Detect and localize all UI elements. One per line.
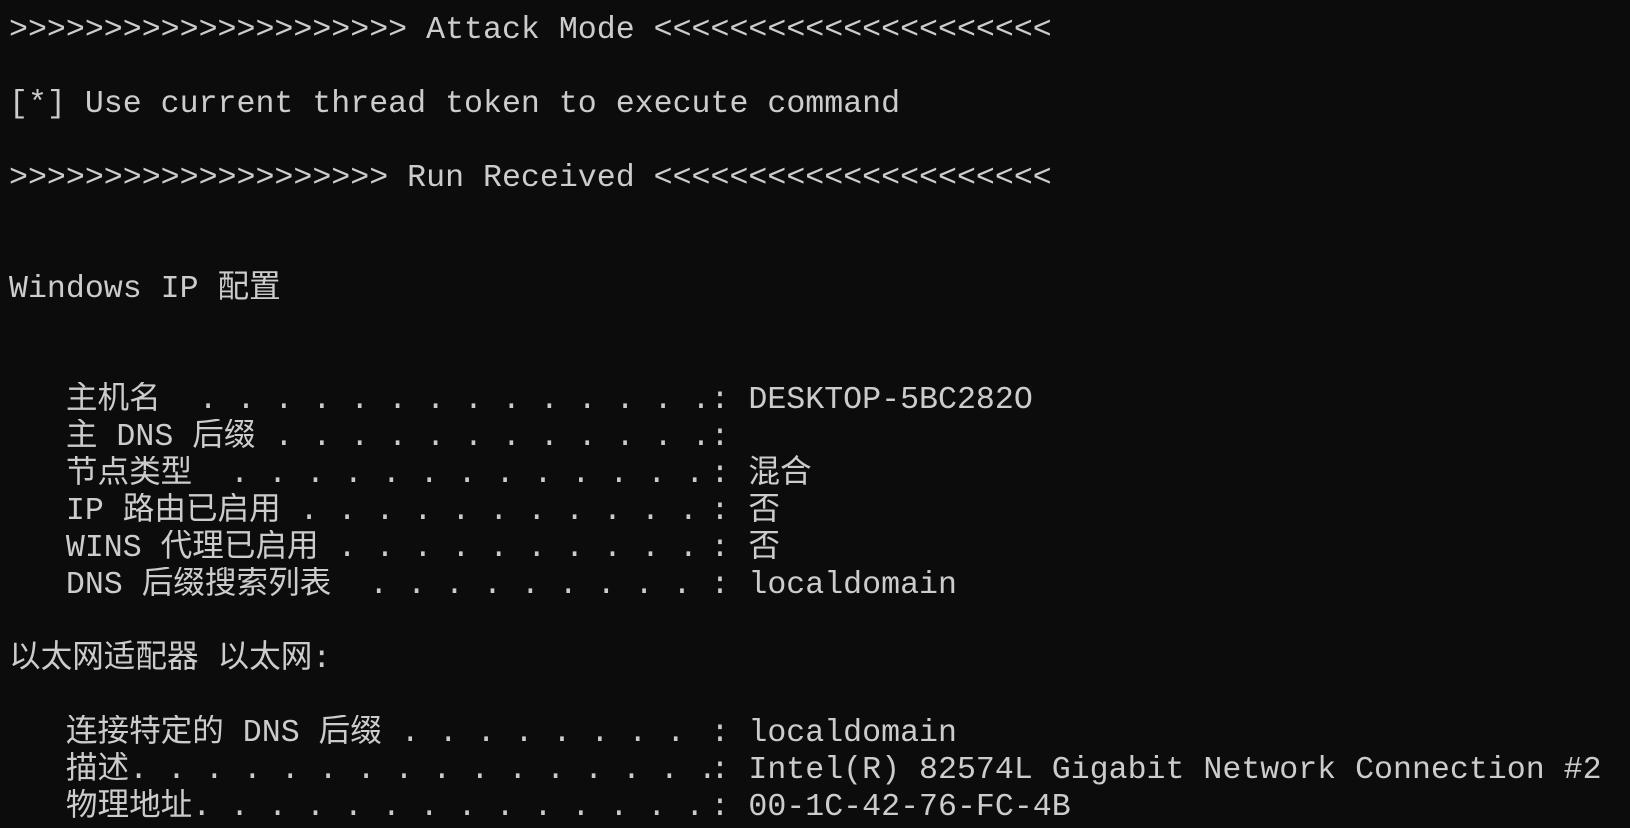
field-value: 否 xyxy=(748,494,780,529)
separator-colon: : xyxy=(710,494,730,529)
separator-colon: : xyxy=(710,457,730,492)
field-label: 节点类型 . . . . . . . . . . . . . xyxy=(65,457,705,492)
field-label: 连接特定的 DNS 后缀 . . . . . . . . xyxy=(65,716,686,751)
field-label: 主机名 . . . . . . . . . . . . . . xyxy=(65,383,711,418)
separator-colon: : xyxy=(710,753,730,788)
field-value: DESKTOP-5BC282O xyxy=(748,383,1033,418)
attack-mode-banner: >>>>>>>>>>>>>>>>>>>>> Attack Mode <<<<<<… xyxy=(9,13,1052,48)
separator-colon: : xyxy=(710,420,730,455)
separator-colon: : xyxy=(710,716,730,751)
ip-config-title: Windows IP 配置 xyxy=(9,272,281,307)
separator-colon: : xyxy=(710,383,730,418)
field-value: localdomain xyxy=(748,568,957,603)
field-value: 00-1C-42-76-FC-4B xyxy=(748,790,1071,825)
token-info-line: [*] Use current thread token to execute … xyxy=(9,87,901,122)
field-value: localdomain xyxy=(748,716,957,751)
separator-colon: : xyxy=(710,568,730,603)
ip-config-row: 主机名 . . . . . . . . . . . . . .: DESKTOP-… xyxy=(9,382,1630,419)
ip-config-row: 主 DNS 后缀 . . . . . . . . . . . .: xyxy=(9,419,1630,456)
field-label: 描述. . . . . . . . . . . . . . . . xyxy=(65,753,711,788)
field-value: 混合 xyxy=(748,457,812,492)
field-label: WINS 代理已启用 . . . . . . . . . . xyxy=(65,531,698,566)
field-label: 主 DNS 后缀 . . . . . . . . . . . . xyxy=(65,420,711,455)
adapter-row: 描述. . . . . . . . . . . . . . . .: Intel(… xyxy=(9,752,1630,789)
ip-config-row: IP 路由已启用 . . . . . . . . . . .: 否 xyxy=(9,493,1630,530)
field-label: DNS 后缀搜索列表 . . . . . . . . . xyxy=(65,568,692,603)
field-value: 否 xyxy=(748,531,780,566)
field-label: IP 路由已启用 . . . . . . . . . . . xyxy=(65,494,698,529)
separator-colon: : xyxy=(710,531,730,566)
adapter-title: 以太网适配器 以太网: xyxy=(9,642,332,677)
run-received-banner: >>>>>>>>>>>>>>>>>>>> Run Received <<<<<<… xyxy=(9,161,1052,196)
field-label: 物理地址. . . . . . . . . . . . . . xyxy=(65,790,705,825)
field-value: Intel(R) 82574L Gigabit Network Connecti… xyxy=(748,753,1602,788)
terminal-output[interactable]: >>>>>>>>>>>>>>>>>>>>> Attack Mode <<<<<<… xyxy=(0,0,1630,826)
adapter-row: 连接特定的 DNS 后缀 . . . . . . . .: localdomain xyxy=(9,715,1630,752)
ip-config-row: DNS 后缀搜索列表 . . . . . . . . .: localdomain xyxy=(9,567,1630,604)
ip-config-row: WINS 代理已启用 . . . . . . . . . .: 否 xyxy=(9,530,1630,567)
adapter-row: 物理地址. . . . . . . . . . . . . .:00-1C-42… xyxy=(9,789,1630,826)
ip-config-row: 节点类型 . . . . . . . . . . . . .: 混合 xyxy=(9,456,1630,493)
separator-colon: : xyxy=(710,790,730,825)
